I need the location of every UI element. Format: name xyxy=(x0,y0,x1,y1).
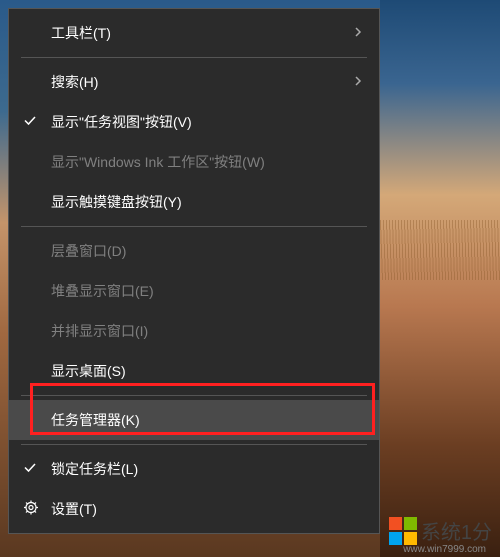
menu-separator xyxy=(21,444,367,445)
chevron-right-icon xyxy=(353,74,363,90)
menu-item-3: 显示"Windows Ink 工作区"按钮(W) xyxy=(9,142,379,182)
menu-item-label: 显示"任务视图"按钮(V) xyxy=(51,112,192,132)
menu-item-label: 工具栏(T) xyxy=(51,23,111,43)
menu-item-label: 显示桌面(S) xyxy=(51,361,126,381)
menu-item-11[interactable]: 设置(T) xyxy=(9,489,379,529)
watermark-text: 系统1分 xyxy=(421,516,492,545)
chevron-right-icon xyxy=(353,25,363,41)
menu-separator xyxy=(21,57,367,58)
menu-item-label: 锁定任务栏(L) xyxy=(51,459,138,479)
menu-item-2[interactable]: 显示"任务视图"按钮(V) xyxy=(9,102,379,142)
gear-icon xyxy=(23,500,39,519)
menu-item-5: 层叠窗口(D) xyxy=(9,231,379,271)
desktop-grass xyxy=(380,220,500,280)
menu-item-label: 显示"Windows Ink 工作区"按钮(W) xyxy=(51,152,265,172)
menu-item-10[interactable]: 锁定任务栏(L) xyxy=(9,449,379,489)
menu-item-8[interactable]: 显示桌面(S) xyxy=(9,351,379,391)
menu-separator xyxy=(21,395,367,396)
menu-item-6: 堆叠显示窗口(E) xyxy=(9,271,379,311)
menu-item-label: 显示触摸键盘按钮(Y) xyxy=(51,192,182,212)
menu-item-1[interactable]: 搜索(H) xyxy=(9,62,379,102)
menu-item-9[interactable]: 任务管理器(K) xyxy=(9,400,379,440)
taskbar-context-menu: 工具栏(T) 搜索(H) 显示"任务视图"按钮(V) 显示"Windows Ink 工… xyxy=(8,8,380,534)
check-icon xyxy=(23,461,37,478)
check-icon xyxy=(23,114,37,131)
menu-item-label: 堆叠显示窗口(E) xyxy=(51,281,154,301)
menu-item-label: 并排显示窗口(I) xyxy=(51,321,148,341)
watermark: 系统1分 xyxy=(389,516,492,545)
menu-item-label: 任务管理器(K) xyxy=(51,410,140,430)
menu-item-label: 层叠窗口(D) xyxy=(51,241,126,261)
watermark-url: www.win7999.com xyxy=(403,544,486,555)
windows-logo-icon xyxy=(389,517,417,545)
menu-item-7: 并排显示窗口(I) xyxy=(9,311,379,351)
menu-separator xyxy=(21,226,367,227)
menu-item-4[interactable]: 显示触摸键盘按钮(Y) xyxy=(9,182,379,222)
menu-item-label: 设置(T) xyxy=(51,499,97,519)
menu-item-label: 搜索(H) xyxy=(51,72,98,92)
menu-item-0[interactable]: 工具栏(T) xyxy=(9,13,379,53)
